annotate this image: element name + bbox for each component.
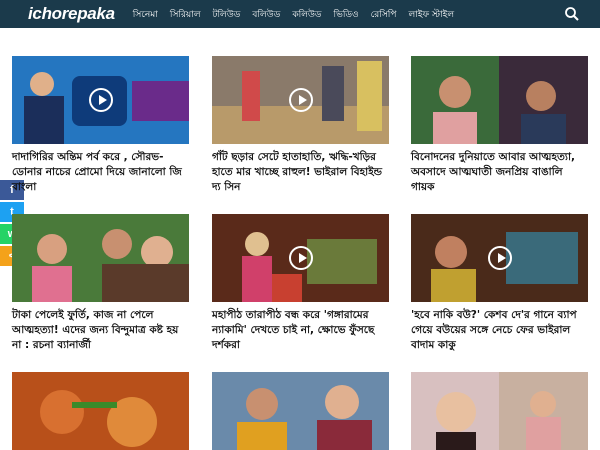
top-navbar: ichorepaka সিনেমা সিরিয়াল টলিউড বলিউড ক…: [0, 0, 600, 28]
play-icon: [88, 88, 113, 112]
article-thumbnail[interactable]: [12, 214, 189, 302]
article-card[interactable]: মহাপীঠ তারাপীঠ বন্ধ করে 'গঙ্গারামের ন্যা…: [212, 214, 389, 353]
article-card[interactable]: [212, 372, 389, 450]
article-title[interactable]: দাদাগিরির অন্তিম পর্ব করে , সৌরভ-ডোনার ন…: [12, 150, 189, 195]
nav-item-lifestyle[interactable]: লাইফ স্টাইল: [408, 7, 454, 22]
nav-item-kollywood[interactable]: কলিউড: [292, 7, 321, 22]
article-title[interactable]: মহাপীঠ তারাপীঠ বন্ধ করে 'গঙ্গারামের ন্যা…: [212, 308, 389, 353]
play-icon: [487, 246, 512, 270]
article-title[interactable]: টাকা পেলেই ফুর্তি, কাজ না পেলে আত্মহত্যা…: [12, 308, 189, 353]
nav-item-tollywood[interactable]: টলিউড: [213, 7, 241, 22]
search-icon[interactable]: [564, 6, 580, 22]
article-title[interactable]: 'হবে নাকি বউ?' কেশব দে'র গানে ব্যাপ গেয়…: [411, 308, 588, 353]
article-card[interactable]: টাকা পেলেই ফুর্তি, কাজ না পেলে আত্মহত্যা…: [12, 214, 189, 353]
article-thumbnail[interactable]: [212, 214, 389, 302]
article-thumbnail[interactable]: [12, 372, 189, 450]
article-thumbnail[interactable]: [411, 56, 588, 144]
article-card[interactable]: বিনোদনের দুনিয়াতে আবার আত্মহত্যা, অবসাদ…: [411, 56, 588, 195]
article-card[interactable]: গাঁট ছড়ার সেটে হাতাহাতি, ঋদ্ধি-খড়ির হা…: [212, 56, 389, 195]
nav-item-video[interactable]: ভিডিও: [334, 7, 359, 22]
main-nav: সিনেমা সিরিয়াল টলিউড বলিউড কলিউড ভিডিও …: [133, 7, 466, 22]
article-title[interactable]: গাঁট ছড়ার সেটে হাতাহাতি, ঋদ্ধি-খড়ির হা…: [212, 150, 389, 195]
nav-item-cinema[interactable]: সিনেমা: [133, 7, 158, 22]
article-card[interactable]: দাদাগিরির অন্তিম পর্ব করে , সৌরভ-ডোনার ন…: [12, 56, 189, 195]
article-card[interactable]: 'হবে নাকি বউ?' কেশব দে'র গানে ব্যাপ গেয়…: [411, 214, 588, 353]
nav-item-bollywood[interactable]: বলিউড: [252, 7, 280, 22]
nav-item-serial[interactable]: সিরিয়াল: [170, 7, 201, 22]
article-thumbnail[interactable]: [212, 56, 389, 144]
article-thumbnail[interactable]: [411, 372, 588, 450]
site-logo[interactable]: ichorepaka: [28, 4, 115, 24]
nav-item-recipe[interactable]: রেসিপি: [371, 7, 397, 22]
article-card[interactable]: [411, 372, 588, 450]
play-icon: [288, 88, 313, 112]
article-title[interactable]: বিনোদনের দুনিয়াতে আবার আত্মহত্যা, অবসাদ…: [411, 150, 588, 195]
play-icon: [288, 246, 313, 270]
article-thumbnail[interactable]: [12, 56, 189, 144]
article-thumbnail[interactable]: [212, 372, 389, 450]
article-thumbnail[interactable]: [411, 214, 588, 302]
article-card[interactable]: [12, 372, 189, 450]
